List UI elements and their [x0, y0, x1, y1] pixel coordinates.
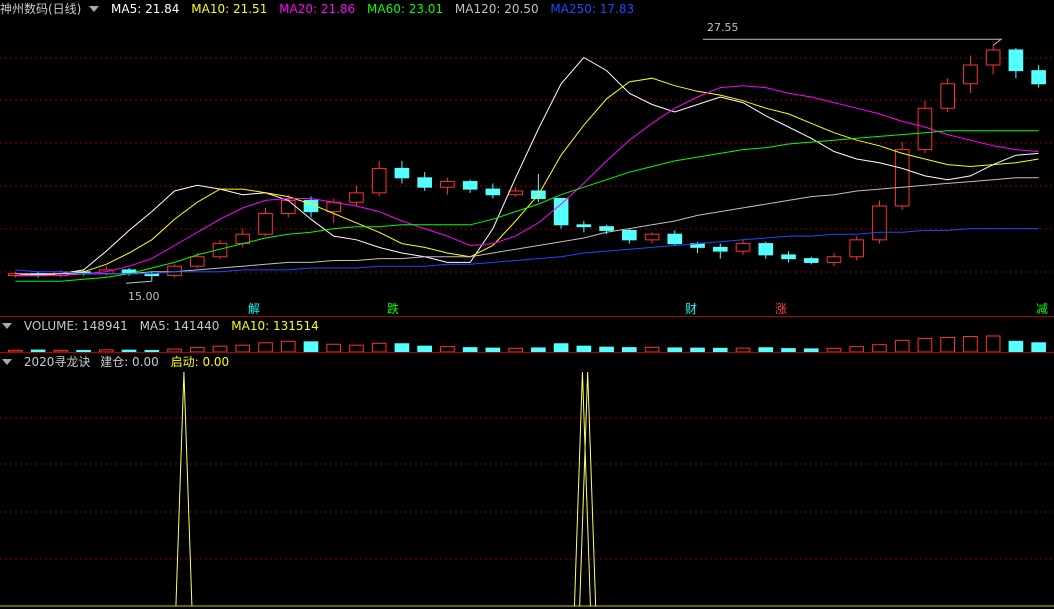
qidong-label: 启动: 0.00 [170, 355, 230, 369]
jiancang-label: 建仓: 0.00 [100, 355, 159, 369]
candle-body [735, 243, 751, 252]
annotations: 27.55 15.00 解 跌 财 涨 减 [125, 21, 1048, 316]
candle-body [553, 197, 569, 226]
indicator-header: 2020寻龙诀 建仓: 0.00 启动: 0.00 [0, 354, 237, 370]
volume-header: VOLUME: 148941 MA5: 141440 MA10: 131514 [0, 318, 327, 334]
candle-body [280, 199, 296, 215]
volume-bar [235, 344, 251, 353]
high-price-label: 27.55 [707, 21, 739, 34]
indicator-title[interactable]: 2020寻龙诀 [24, 355, 91, 369]
marker-zhang: 涨 [775, 301, 787, 316]
candle-body [417, 177, 432, 188]
candle-body [326, 201, 342, 213]
ma-line-ma10 [15, 77, 1039, 277]
marker-cai: 财 [685, 302, 697, 316]
candle-body [1031, 70, 1046, 85]
volume-label: VOLUME: 148941 [23, 319, 128, 333]
volume-ma10-label: MA10: 131514 [231, 319, 319, 333]
ma120-label: MA120: 20.50 [454, 2, 539, 16]
volume-bar [303, 341, 319, 353]
chevron-down-icon[interactable] [2, 323, 12, 329]
panel-separator [0, 316, 1054, 317]
volume-bar [258, 342, 273, 353]
candle-body [508, 190, 523, 196]
stock-title[interactable]: 神州数码(日线) [0, 2, 81, 16]
ma5-label: MA5: 21.84 [111, 2, 180, 16]
candle-body [462, 181, 478, 190]
candle-body [826, 256, 842, 263]
grid-lines [0, 57, 1054, 560]
candle-body [622, 229, 637, 241]
indicator-peak [175, 371, 193, 607]
candle-body [849, 239, 865, 258]
volume-bar [985, 335, 1001, 353]
chevron-down-icon[interactable] [89, 6, 100, 12]
volume-bar [894, 339, 910, 353]
volume-bar [326, 343, 342, 353]
candle-body [872, 205, 887, 241]
volume-bar [371, 342, 387, 353]
candle-body [985, 49, 1001, 66]
volume-bar [872, 344, 887, 353]
ma20-label: MA20: 21.86 [279, 2, 356, 16]
ma10-label: MA10: 21.51 [191, 2, 268, 16]
candle-body [394, 167, 410, 179]
candle-body [189, 256, 205, 267]
chevron-down-icon[interactable] [2, 359, 12, 365]
low-price-pointer [125, 280, 152, 284]
moving-average-lines [15, 56, 1039, 282]
marker-die: 跌 [387, 301, 399, 316]
volume-bar [940, 336, 955, 353]
candle-body [440, 181, 455, 188]
low-price-label: 15.00 [128, 290, 160, 303]
volume-bar [963, 335, 978, 353]
indicator-lines [0, 371, 1054, 607]
candle-body [644, 233, 660, 241]
candle-body [371, 167, 387, 194]
panel-separator [0, 352, 1054, 353]
marker-jie: 解 [248, 302, 260, 316]
candle-body [485, 188, 501, 196]
volume-bars [8, 335, 1046, 353]
volume-bar [553, 343, 569, 353]
candle-body [803, 258, 819, 263]
indicator-peak [579, 371, 597, 607]
candle-body [963, 64, 978, 85]
volume-bar [1031, 342, 1046, 353]
candle-body [667, 233, 683, 245]
high-price-pointer [703, 38, 1003, 46]
candle-body [894, 149, 910, 207]
candle-body [258, 213, 273, 235]
candle-body [712, 246, 728, 252]
volume-bar [349, 344, 364, 353]
main-chart-header: 神州数码(日线) MA5: 21.84 MA10: 21.51 MA20: 21… [0, 1, 642, 17]
stock-chart[interactable]: 27.55 15.00 解 跌 财 涨 减 [0, 0, 1054, 609]
volume-bar [280, 340, 296, 353]
candle-body [940, 83, 955, 109]
marker-jian: 减 [1036, 302, 1048, 316]
ma250-label: MA250: 17.83 [550, 2, 635, 16]
ma-line-ma5 [15, 56, 1039, 277]
candle-body [599, 226, 614, 231]
volume-bar [394, 343, 410, 353]
volume-ma5-label: MA5: 141440 [139, 319, 220, 333]
candle-body [781, 254, 796, 260]
ma60-label: MA60: 23.01 [367, 2, 444, 16]
candle-body [758, 243, 774, 256]
indicator-peak [573, 371, 591, 607]
candle-body [1008, 49, 1024, 72]
candle-body [349, 192, 364, 203]
volume-bar [917, 337, 933, 353]
candlesticks [8, 45, 1046, 282]
volume-bar [1008, 340, 1024, 353]
candle-body [167, 265, 182, 277]
candle-body [576, 224, 592, 228]
